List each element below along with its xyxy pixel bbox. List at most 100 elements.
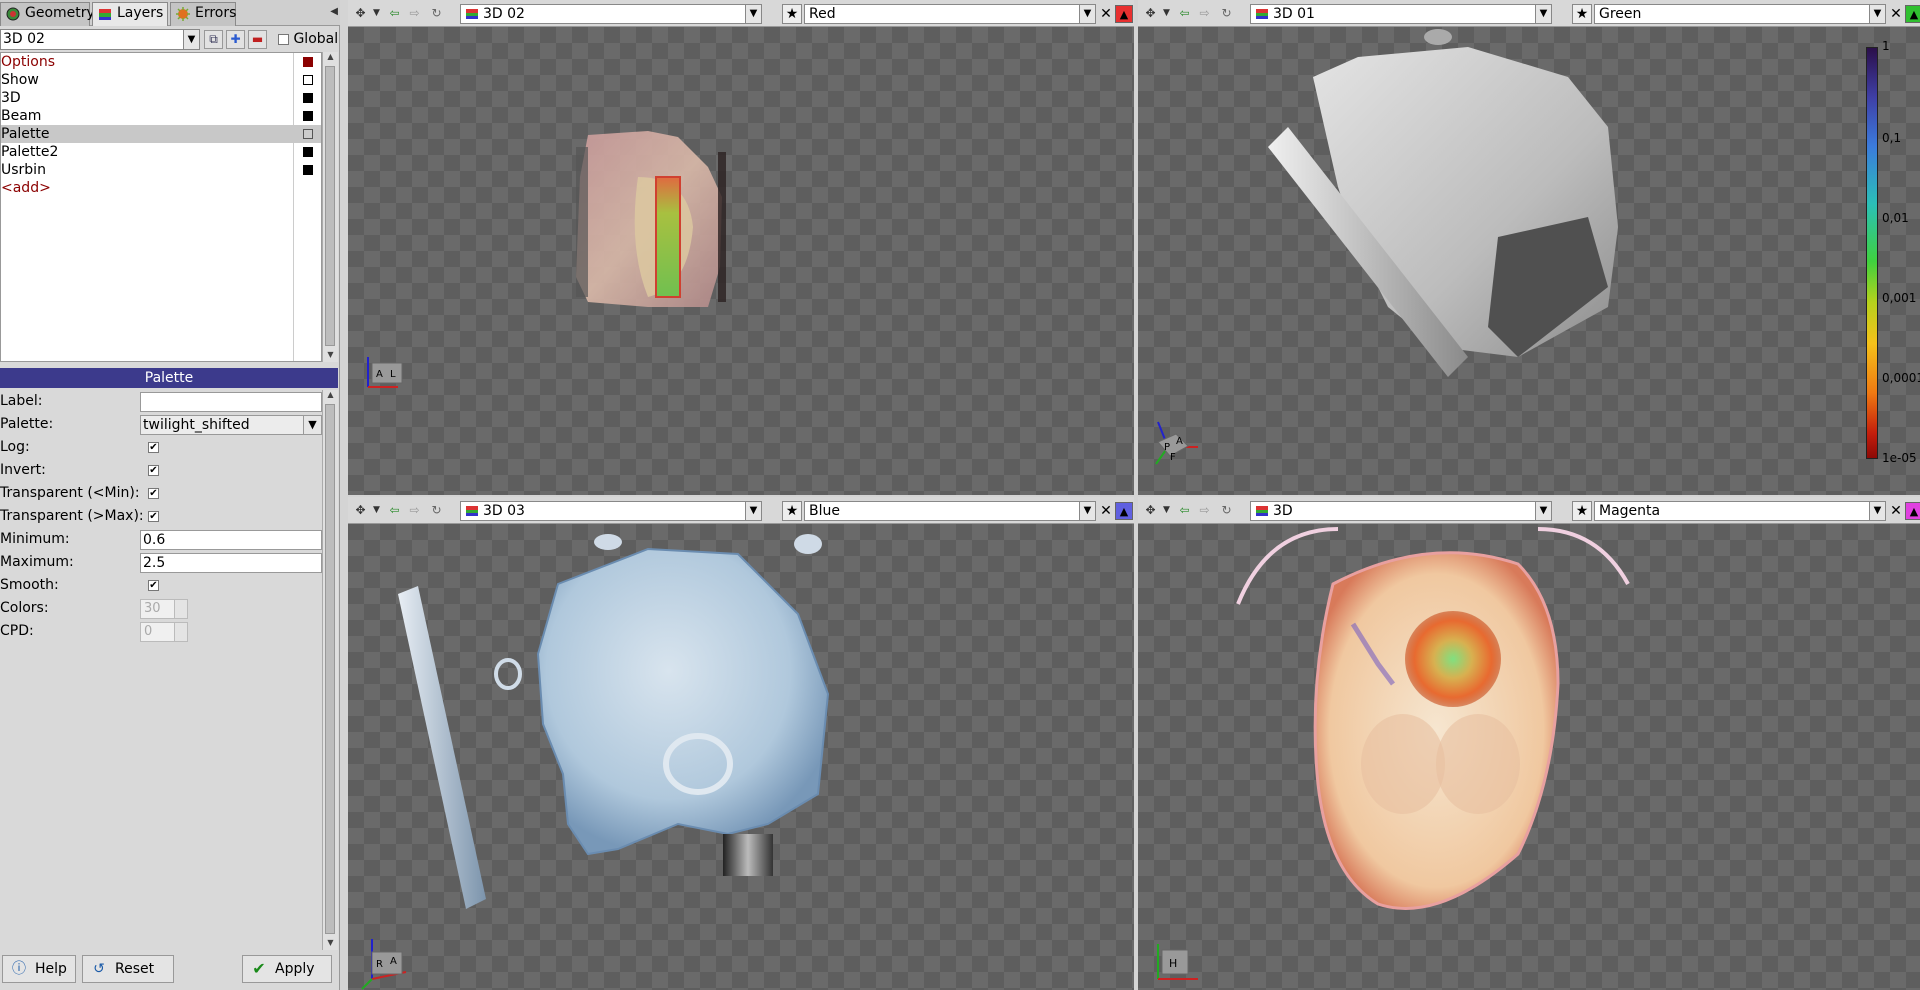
close-icon[interactable]: ✕: [1098, 502, 1114, 520]
layer-color-swatch[interactable]: [303, 93, 313, 103]
view-select[interactable]: Green ▼: [1594, 4, 1886, 24]
viewport-canvas[interactable]: 1 0,1 0,01 0,001 0,0001 1e-05 P A F: [1138, 27, 1920, 495]
maximum-input[interactable]: 2.5: [140, 553, 322, 573]
move-icon[interactable]: ✥: [1142, 4, 1159, 22]
layer-color-swatch[interactable]: [303, 57, 313, 67]
list-item[interactable]: 3D: [1, 89, 321, 107]
chevron-down-icon[interactable]: ▼: [1079, 5, 1095, 23]
scroll-thumb[interactable]: [325, 66, 335, 346]
scroll-down-icon[interactable]: ▼: [323, 938, 338, 950]
move-icon[interactable]: ✥: [1142, 501, 1159, 519]
reset-button[interactable]: ↺ Reset: [82, 955, 174, 983]
chevron-down-icon[interactable]: ▼: [368, 501, 385, 519]
refresh-icon[interactable]: ↻: [1218, 4, 1235, 22]
viewport-name-combo[interactable]: 3D ▼: [1250, 501, 1552, 521]
chevron-down-icon[interactable]: ▼: [1869, 502, 1885, 520]
tab-errors[interactable]: Errors: [170, 2, 236, 26]
star-icon[interactable]: ★: [782, 501, 802, 521]
apply-button[interactable]: ✔ Apply: [242, 955, 332, 983]
list-item[interactable]: Palette: [1, 125, 321, 143]
tab-layers[interactable]: Layers: [92, 2, 168, 26]
chevron-down-icon[interactable]: ▼: [1079, 502, 1095, 520]
scroll-thumb[interactable]: [325, 404, 335, 934]
viewport-canvas[interactable]: R A: [348, 524, 1134, 990]
layer-color-swatch[interactable]: [303, 111, 313, 121]
layer-color-swatch[interactable]: [303, 129, 313, 139]
chevron-down-icon[interactable]: ▼: [303, 416, 321, 434]
back-icon[interactable]: ⇦: [1176, 501, 1193, 519]
colors-spinbox[interactable]: 30: [140, 599, 188, 619]
back-icon[interactable]: ⇦: [386, 501, 403, 519]
chevron-down-icon[interactable]: ▼: [745, 502, 761, 520]
star-icon[interactable]: ★: [782, 4, 802, 24]
refresh-icon[interactable]: ↻: [428, 4, 445, 22]
scroll-up-icon[interactable]: ▲: [323, 52, 338, 64]
list-item[interactable]: Options: [1, 53, 321, 71]
transparent-max-checkbox[interactable]: ✔: [148, 511, 159, 522]
viewport-canvas[interactable]: A L: [348, 27, 1134, 495]
close-icon[interactable]: ✕: [1888, 5, 1904, 23]
back-icon[interactable]: ⇦: [386, 4, 403, 22]
remove-layer-button[interactable]: ▬: [248, 30, 267, 49]
chevron-down-icon[interactable]: ▼: [183, 30, 199, 49]
transparent-min-checkbox[interactable]: ✔: [148, 488, 159, 499]
cpd-spinbox[interactable]: 0: [140, 622, 188, 642]
add-layer-button[interactable]: ✚: [226, 30, 245, 49]
label-input[interactable]: [140, 392, 322, 412]
close-icon[interactable]: ✕: [1098, 5, 1114, 23]
viewport-name-combo[interactable]: 3D 01 ▼: [1250, 4, 1552, 24]
close-icon[interactable]: ✕: [1888, 502, 1904, 520]
chevron-down-icon[interactable]: ▼: [1158, 501, 1175, 519]
minimum-input[interactable]: 0.6: [140, 530, 322, 550]
view-color-icon[interactable]: ▲: [1905, 502, 1920, 520]
global-check[interactable]: [278, 33, 289, 45]
viewport-name-combo[interactable]: 3D 03 ▼: [460, 501, 762, 521]
tab-geometry[interactable]: Geometry: [0, 2, 95, 26]
back-icon[interactable]: ⇦: [1176, 4, 1193, 22]
forward-icon[interactable]: ⇨: [406, 501, 423, 519]
forward-icon[interactable]: ⇨: [406, 4, 423, 22]
properties-scrollbar[interactable]: ▲ ▼: [322, 390, 338, 950]
view-color-icon[interactable]: ▲: [1905, 5, 1920, 23]
view-select[interactable]: Blue ▼: [804, 501, 1096, 521]
view-color-icon[interactable]: ▲: [1115, 502, 1133, 520]
move-icon[interactable]: ✥: [352, 4, 369, 22]
log-checkbox[interactable]: ✔: [148, 442, 159, 453]
viewport-name-combo[interactable]: 3D 02 ▼: [460, 4, 762, 24]
refresh-icon[interactable]: ↻: [428, 501, 445, 519]
view-select[interactable]: Magenta ▼: [1594, 501, 1886, 521]
chevron-down-icon[interactable]: ▼: [368, 4, 385, 22]
help-button[interactable]: ⓘ Help: [2, 955, 76, 983]
move-icon[interactable]: ✥: [352, 501, 369, 519]
chevron-down-icon[interactable]: ▼: [1158, 4, 1175, 22]
refresh-icon[interactable]: ↻: [1218, 501, 1235, 519]
list-item[interactable]: Palette2: [1, 143, 321, 161]
view-color-icon[interactable]: ▲: [1115, 5, 1133, 23]
layer-color-swatch[interactable]: [303, 147, 313, 157]
viewport-canvas[interactable]: H: [1138, 524, 1920, 990]
layer-list-scrollbar[interactable]: ▲ ▼: [322, 52, 338, 362]
list-item[interactable]: Show: [1, 71, 321, 89]
palette-select[interactable]: twilight_shifted ▼: [140, 415, 322, 435]
list-item[interactable]: Beam: [1, 107, 321, 125]
forward-icon[interactable]: ⇨: [1196, 4, 1213, 22]
smooth-checkbox[interactable]: ✔: [148, 580, 159, 591]
chevron-down-icon[interactable]: ▼: [1535, 5, 1551, 23]
chevron-down-icon[interactable]: ▼: [745, 5, 761, 23]
view-select[interactable]: Red ▼: [804, 4, 1096, 24]
copy-layer-button[interactable]: ⧉: [204, 30, 223, 49]
chevron-down-icon[interactable]: ▼: [1535, 502, 1551, 520]
star-icon[interactable]: ★: [1572, 4, 1592, 24]
forward-icon[interactable]: ⇨: [1196, 501, 1213, 519]
layer-color-swatch[interactable]: [303, 75, 313, 85]
chevron-down-icon[interactable]: ▼: [1869, 5, 1885, 23]
scroll-up-icon[interactable]: ▲: [323, 390, 338, 402]
layer-combo[interactable]: 3D 02 ▼: [0, 29, 200, 50]
list-item[interactable]: Usrbin: [1, 161, 321, 179]
scroll-down-icon[interactable]: ▼: [323, 350, 338, 362]
star-icon[interactable]: ★: [1572, 501, 1592, 521]
collapse-arrow-icon[interactable]: ◀: [330, 6, 338, 17]
list-item[interactable]: <add>: [1, 179, 321, 197]
layer-color-swatch[interactable]: [303, 165, 313, 175]
invert-checkbox[interactable]: ✔: [148, 465, 159, 476]
